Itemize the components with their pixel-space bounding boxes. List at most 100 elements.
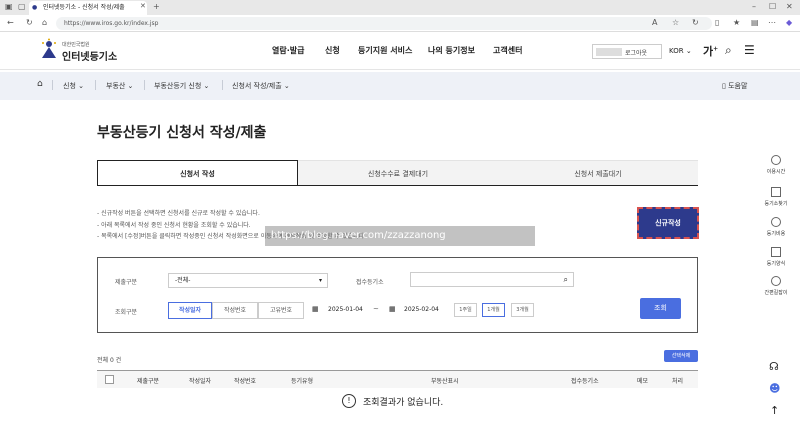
- breadcrumb-label: 부동산등기 신청: [154, 82, 202, 90]
- reload-icon[interactable]: ↻: [26, 19, 33, 27]
- new-tab-icon[interactable]: +: [153, 3, 160, 11]
- range-1month-button[interactable]: 1개월: [482, 303, 505, 317]
- court-logo-icon: [39, 38, 59, 60]
- column-header: 접수등기소: [571, 378, 599, 385]
- tab-submit-pending[interactable]: 신청서 제출대기: [498, 160, 698, 186]
- date-to[interactable]: 2025-02-04: [404, 306, 439, 313]
- quick-item-hours[interactable]: 이용시간: [752, 155, 800, 175]
- column-header: 제출구분: [137, 378, 160, 385]
- quick-item-guide[interactable]: 간편길잡이: [752, 276, 800, 296]
- nav-my-info[interactable]: 나의 등기정보: [428, 45, 475, 56]
- favorite-icon[interactable]: ☆: [672, 19, 679, 27]
- divider: [144, 80, 145, 90]
- period-tab-created-date[interactable]: 작성일자: [168, 302, 212, 319]
- maximize-icon[interactable]: ☐: [769, 3, 776, 11]
- quick-item-forms[interactable]: 등기양식: [752, 247, 800, 267]
- home-icon[interactable]: ⌂: [37, 79, 43, 89]
- quick-item-label: 등기비용: [766, 231, 786, 237]
- breadcrumb-label: 부동산: [106, 82, 126, 90]
- info-icon: !: [342, 394, 356, 408]
- help-button[interactable]: ▯ 도움말: [722, 81, 747, 91]
- watermark-overlay: https://blog.naver.com/zzazzanong: [265, 226, 535, 246]
- type-select[interactable]: -전체- ▾: [168, 273, 328, 288]
- favorites-list-icon[interactable]: ★: [733, 19, 740, 27]
- close-tab-icon[interactable]: ✕: [140, 3, 146, 10]
- clock-icon: [771, 155, 781, 165]
- chatbot-icon[interactable]: ☻: [769, 382, 780, 395]
- search-panel: 제출구분 -전체- ▾ 접수등기소 ⌕ 조회구분 작성일자 작성번호 고유번호 …: [97, 257, 698, 333]
- date-tilde: ~: [373, 305, 379, 313]
- quick-item-find-office[interactable]: 등기소찾기: [752, 187, 800, 207]
- select-all-checkbox[interactable]: [105, 375, 114, 384]
- tab-fee-pending[interactable]: 신청수수료 결제대기: [298, 160, 498, 186]
- minimize-icon[interactable]: –: [752, 3, 756, 11]
- font-size-button[interactable]: 가+: [703, 43, 718, 59]
- menu-icon[interactable]: ☰: [744, 43, 755, 57]
- extensions-icon[interactable]: ⋯: [768, 19, 776, 27]
- new-application-button[interactable]: 신규작성: [637, 207, 699, 239]
- browser-menu-icon[interactable]: ▣: [5, 3, 13, 11]
- page-title: 부동산등기 신청서 작성/제출: [97, 125, 267, 141]
- read-aloud-icon[interactable]: A: [652, 19, 657, 27]
- quick-item-cost[interactable]: 등기비용: [752, 217, 800, 237]
- result-count: 전체 0 건: [97, 357, 122, 364]
- browser-chrome: ▣ ▢ ● 인터넷등기소 - 신청서 작성/제출 ✕ + – ☐ ✕ ← ↻ ⌂…: [0, 0, 800, 32]
- tab-write[interactable]: 신청서 작성: [97, 160, 298, 186]
- url-field[interactable]: https://www.iros.go.kr/index.jsp: [56, 17, 712, 30]
- document-icon: ▯: [722, 82, 726, 90]
- logo-title[interactable]: 인터넷등기소: [62, 48, 117, 63]
- range-3month-button[interactable]: 3개월: [511, 303, 534, 317]
- help-label: 도움말: [728, 82, 748, 90]
- range-1week-button[interactable]: 1주일: [454, 303, 477, 317]
- split-screen-icon[interactable]: ▯: [715, 19, 719, 27]
- refresh-icon[interactable]: ↻: [692, 19, 699, 27]
- divider: [95, 80, 96, 90]
- tab-actions-icon[interactable]: ▢: [18, 3, 26, 11]
- calendar-icon[interactable]: ▦: [389, 305, 396, 313]
- logout-button[interactable]: 로그아웃: [625, 48, 647, 57]
- column-header: 작성번호: [234, 378, 257, 385]
- search-button[interactable]: 조회: [640, 298, 681, 319]
- column-header: 등기유형: [291, 378, 314, 385]
- copilot-icon[interactable]: ◆: [786, 19, 792, 27]
- back-icon[interactable]: ←: [7, 19, 14, 27]
- breadcrumb-item-apply[interactable]: 신청 ⌄: [63, 81, 84, 91]
- column-header: 부동산표시: [431, 378, 459, 385]
- scroll-top-icon[interactable]: ↑: [770, 404, 779, 417]
- home-icon[interactable]: ⌂: [42, 19, 47, 27]
- delete-selected-button[interactable]: 선택삭제: [664, 350, 698, 362]
- nav-apply[interactable]: 신청: [325, 45, 340, 56]
- guide-text: - 신규작성 버튼을 선택하면 신청서를 신규로 작성할 수 있습니다.: [97, 210, 260, 217]
- browser-tab[interactable]: ● 인터넷등기소 - 신청서 작성/제출: [29, 1, 147, 15]
- tab-strip: ▣ ▢ ● 인터넷등기소 - 신청서 작성/제출 ✕ + – ☐ ✕: [0, 0, 800, 15]
- guide-text: - 아래 목록에서 작성 중인 신청서 현황을 조회할 수 있습니다.: [97, 222, 251, 229]
- logo-subtitle: 대한민국법원: [62, 42, 90, 48]
- period-label: 조회구분: [115, 309, 138, 316]
- breadcrumb-item-realestate[interactable]: 부동산 ⌄: [106, 81, 133, 91]
- nav-view-issue[interactable]: 열람·발급: [272, 45, 304, 56]
- headset-icon[interactable]: ☊: [769, 360, 779, 373]
- office-search-input[interactable]: ⌕: [410, 272, 574, 287]
- search-icon[interactable]: ⌕: [725, 43, 732, 58]
- divider: [52, 80, 53, 90]
- tab-title: 인터넷등기소 - 신청서 작성/제출: [43, 4, 125, 11]
- breadcrumb-item-registry-apply[interactable]: 부동산등기 신청 ⌄: [154, 81, 209, 91]
- search-icon[interactable]: ⌕: [564, 273, 568, 286]
- user-name-masked: [596, 48, 622, 56]
- calendar-icon[interactable]: ▦: [312, 305, 319, 313]
- date-from[interactable]: 2025-01-04: [328, 306, 363, 313]
- breadcrumb: ⌂ 신청 ⌄ 부동산 ⌄ 부동산등기 신청 ⌄ 신청서 작성/제출 ⌄ ▯ 도움…: [0, 72, 800, 100]
- site-header: 대한민국법원 인터넷등기소 열람·발급 신청 등기지원 서비스 나의 등기정보 …: [0, 32, 800, 70]
- collections-icon[interactable]: ▤: [751, 19, 759, 27]
- period-tab-created-no[interactable]: 작성번호: [212, 302, 258, 319]
- office-label: 접수등기소: [356, 279, 384, 286]
- period-tab-unique-no[interactable]: 고유번호: [258, 302, 304, 319]
- quick-item-label: 간편길잡이: [764, 290, 788, 296]
- divider: [222, 80, 223, 90]
- language-select[interactable]: KOR ⌄: [669, 47, 692, 55]
- nav-customer-center[interactable]: 고객센터: [493, 45, 522, 56]
- nav-support[interactable]: 등기지원 서비스: [358, 45, 412, 56]
- chevron-down-icon: ⌄: [685, 47, 692, 55]
- breadcrumb-item-form[interactable]: 신청서 작성/제출 ⌄: [232, 81, 290, 91]
- close-window-icon[interactable]: ✕: [786, 3, 793, 11]
